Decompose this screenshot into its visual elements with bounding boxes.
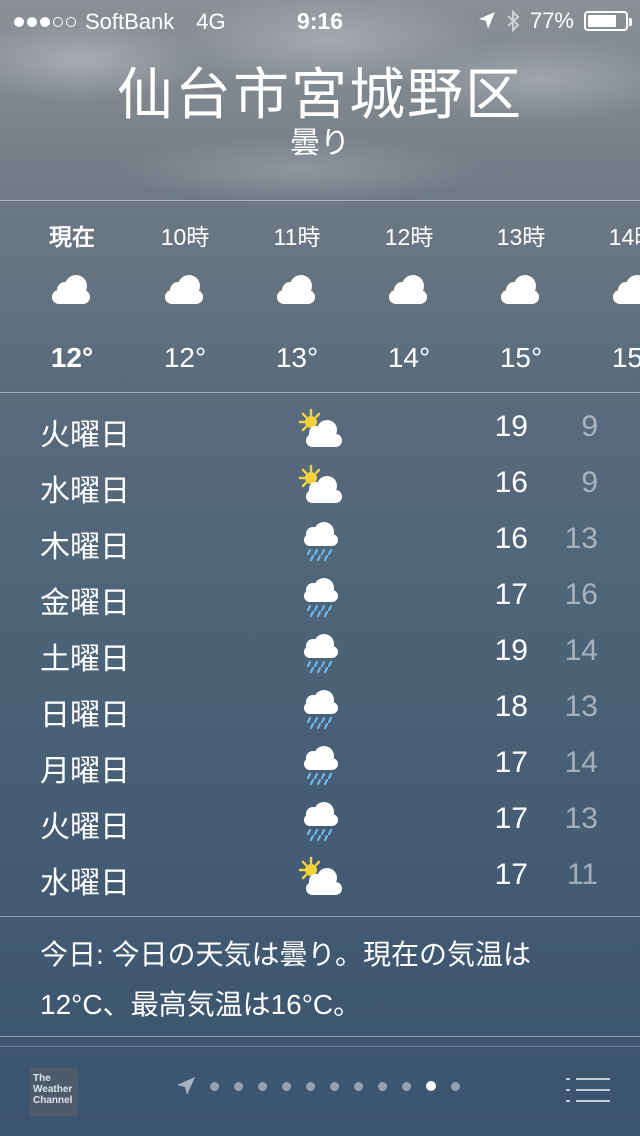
page-dot[interactable] xyxy=(210,1081,219,1091)
day-row: 木曜日 16 13 xyxy=(0,512,640,568)
bottom-toolbar: The Weather Channel xyxy=(0,1046,640,1136)
day-name: 水曜日 xyxy=(40,475,130,508)
cloud-icon xyxy=(389,275,429,306)
day-low: 16 xyxy=(564,578,598,611)
current-condition: 曇り xyxy=(290,127,350,160)
hour-temp: 12° xyxy=(163,342,207,373)
day-row: 火曜日 19 9 xyxy=(0,400,640,456)
day-low: 11 xyxy=(566,858,598,891)
rain-icon xyxy=(296,688,344,730)
day-row: 金曜日 17 16 xyxy=(0,568,640,624)
hour-label: 12時 xyxy=(384,224,434,250)
divider xyxy=(0,916,640,917)
cloud-icon xyxy=(165,275,205,306)
weather-summary: 今日: 今日の天気は曇り。現在の気温は 12°C、最高気温は16°C。 xyxy=(40,930,600,1030)
page-dot[interactable] xyxy=(306,1081,315,1091)
page-dot[interactable] xyxy=(234,1081,243,1091)
battery-fill xyxy=(588,15,616,27)
list-icon[interactable] xyxy=(566,1076,610,1104)
day-high: 17 xyxy=(494,746,528,779)
hour-temp: 13° xyxy=(275,342,319,373)
hour-temp: 14° xyxy=(387,342,431,373)
day-low: 9 xyxy=(581,410,598,443)
day-low: 13 xyxy=(564,690,598,723)
day-name: 金曜日 xyxy=(40,587,130,620)
partly-sunny-icon xyxy=(296,856,344,898)
summary-line: 12°C、最高気温は16°C。 xyxy=(40,989,362,1020)
page-dot[interactable] xyxy=(330,1081,339,1091)
summary-line: 今日: 今日の天気は曇り。現在の気温は xyxy=(40,939,532,970)
rain-icon xyxy=(296,744,344,786)
divider xyxy=(0,392,640,393)
day-high: 19 xyxy=(494,410,528,443)
hour-label: 14時 xyxy=(608,224,640,250)
page-dot[interactable] xyxy=(378,1081,387,1091)
page-dot[interactable] xyxy=(258,1081,267,1091)
location-arrow-icon xyxy=(177,1077,195,1095)
hour-temp: 15° xyxy=(611,342,640,373)
rain-icon xyxy=(296,632,344,674)
day-name: 火曜日 xyxy=(40,811,130,844)
day-name: 土曜日 xyxy=(40,643,130,676)
hourly-forecast[interactable]: 現在 12° 10時 12° 11時 13° 12時 14° 13時 15° 1… xyxy=(0,200,640,392)
battery-icon xyxy=(584,11,632,31)
hour-temp: 15° xyxy=(499,342,543,373)
cloud-icon xyxy=(52,275,92,306)
rain-icon xyxy=(296,576,344,618)
day-high: 19 xyxy=(494,634,528,667)
partly-sunny-icon xyxy=(296,464,344,506)
status-bar: SoftBank 4G 9:16 77% xyxy=(0,0,640,40)
page-dot[interactable] xyxy=(402,1081,411,1091)
status-right: 77% xyxy=(478,8,632,34)
day-low: 9 xyxy=(581,466,598,499)
cloud-icon xyxy=(501,275,541,306)
day-high: 17 xyxy=(494,578,528,611)
day-high: 17 xyxy=(494,802,528,835)
day-high: 18 xyxy=(494,690,528,723)
hour-label: 13時 xyxy=(496,224,546,250)
weather-channel-logo[interactable]: The Weather Channel xyxy=(30,1068,78,1116)
day-row: 日曜日 18 13 xyxy=(0,680,640,736)
hour-label: 10時 xyxy=(160,224,210,250)
divider xyxy=(0,1036,640,1037)
day-row: 水曜日 17 11 xyxy=(0,848,640,904)
day-row: 土曜日 19 14 xyxy=(0,624,640,680)
day-low: 14 xyxy=(564,746,598,779)
page-dot[interactable] xyxy=(354,1081,363,1091)
day-row: 水曜日 16 9 xyxy=(0,456,640,512)
page-dot[interactable] xyxy=(451,1081,460,1091)
rain-icon xyxy=(296,520,344,562)
page-dot[interactable] xyxy=(282,1081,291,1091)
day-low: 13 xyxy=(564,522,598,555)
hour-label: 現在 xyxy=(49,224,95,250)
day-low: 13 xyxy=(564,802,598,835)
hour-label: 11時 xyxy=(273,224,321,250)
day-name: 火曜日 xyxy=(40,419,130,452)
day-name: 水曜日 xyxy=(40,867,130,900)
battery-percent: 77% xyxy=(529,8,574,33)
partly-sunny-icon xyxy=(296,408,344,450)
day-row: 火曜日 17 13 xyxy=(0,792,640,848)
hour-temp: 12° xyxy=(50,342,94,373)
day-name: 日曜日 xyxy=(40,699,130,732)
day-high: 16 xyxy=(494,522,528,555)
rain-icon xyxy=(296,800,344,842)
day-name: 月曜日 xyxy=(40,755,130,788)
day-row: 月曜日 17 14 xyxy=(0,736,640,792)
location-arrow-icon xyxy=(478,12,495,29)
cloud-icon xyxy=(613,275,640,306)
day-high: 17 xyxy=(494,858,528,891)
day-name: 木曜日 xyxy=(40,531,130,564)
day-high: 16 xyxy=(494,466,528,499)
page-indicator[interactable] xyxy=(176,1076,475,1096)
cloud-icon xyxy=(277,275,317,306)
bluetooth-icon xyxy=(507,10,520,32)
page-dot[interactable] xyxy=(426,1081,436,1091)
day-low: 14 xyxy=(564,634,598,667)
